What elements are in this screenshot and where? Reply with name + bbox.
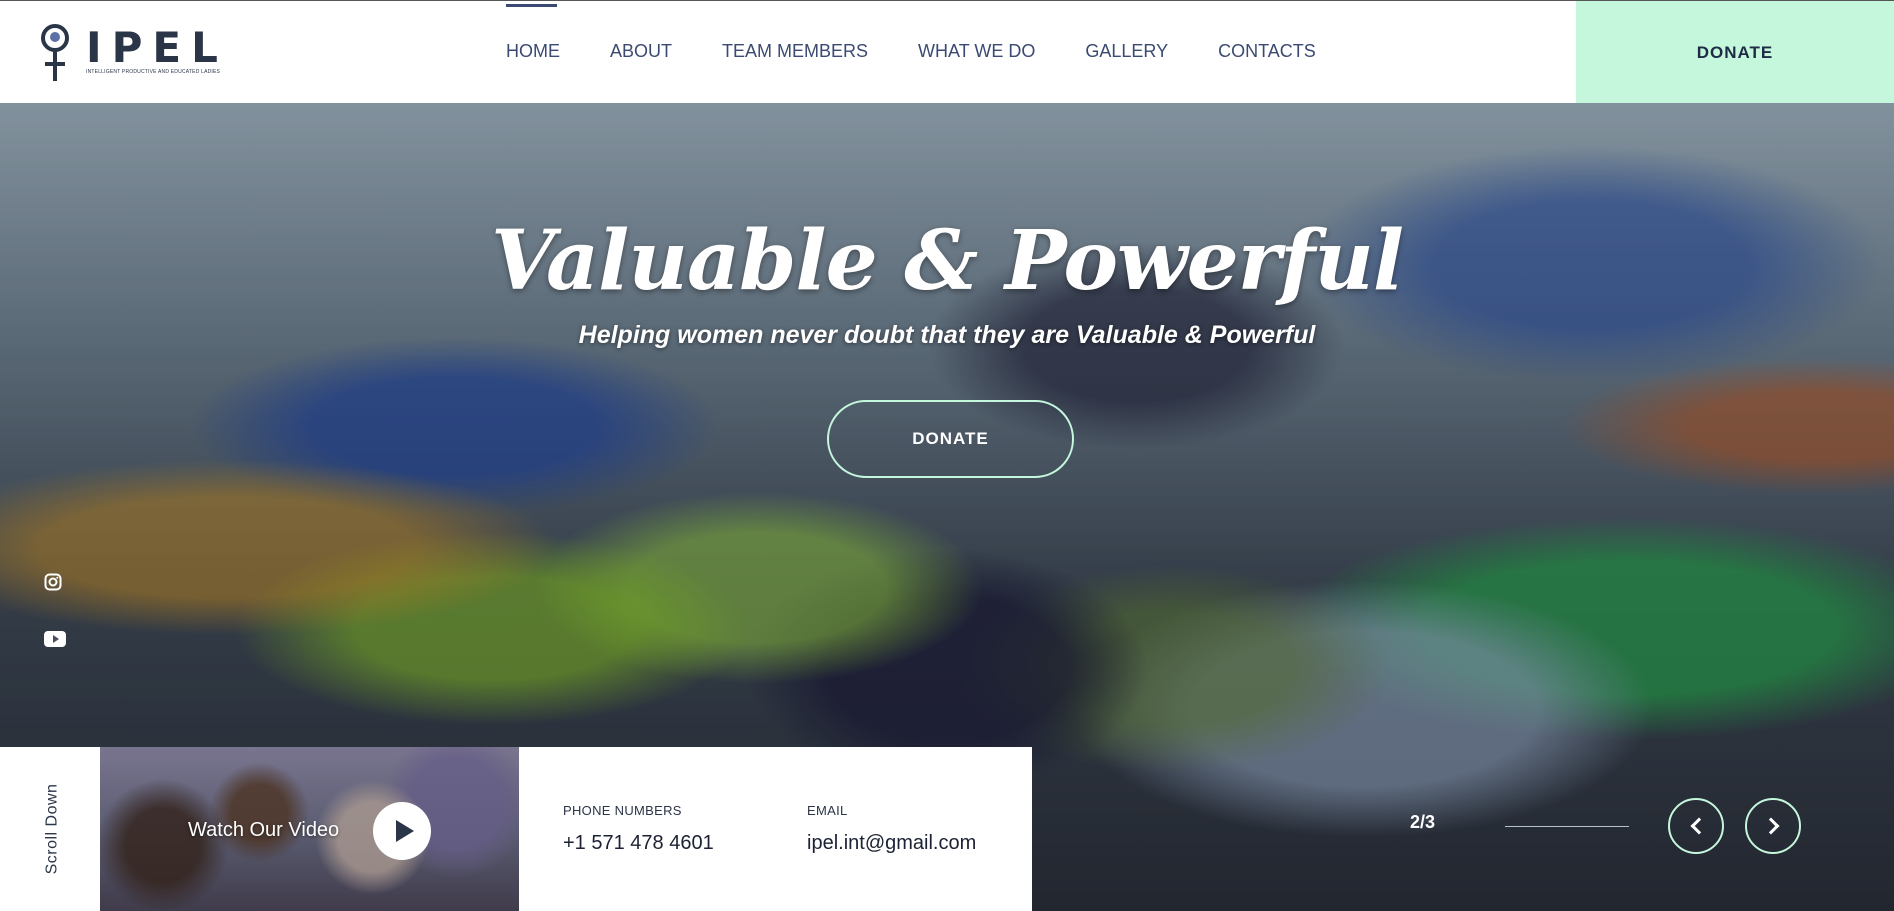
nav-gallery[interactable]: GALLERY bbox=[1060, 1, 1193, 101]
instagram-link[interactable] bbox=[44, 573, 62, 596]
site-logo[interactable]: IPEL INTELLIGENT PRODUCTIVE AND EDUCATED… bbox=[38, 23, 220, 81]
chevron-left-icon bbox=[1690, 817, 1707, 835]
scroll-down-label: Scroll Down bbox=[43, 783, 61, 875]
info-bar: Scroll Down Watch Our Video PHONE NUMBER… bbox=[0, 747, 1032, 911]
nav-about[interactable]: ABOUT bbox=[585, 1, 697, 101]
phone-block: PHONE NUMBERS +1 571 478 4601 bbox=[563, 803, 714, 855]
logo-tagline: INTELLIGENT PRODUCTIVE AND EDUCATED LADI… bbox=[86, 69, 221, 75]
email-label: EMAIL bbox=[807, 803, 848, 818]
female-symbol-icon bbox=[41, 24, 69, 81]
main-nav: HOME ABOUT TEAM MEMBERS WHAT WE DO GALLE… bbox=[506, 1, 1341, 104]
chevron-right-icon bbox=[1762, 817, 1779, 835]
phone-value[interactable]: +1 571 478 4601 bbox=[563, 832, 714, 855]
hero-subtitle: Helping women never doubt that they are … bbox=[578, 321, 1316, 349]
slide-counter: 2/3 bbox=[1410, 812, 1436, 832]
watch-video-label: Watch Our Video bbox=[188, 819, 340, 841]
instagram-icon bbox=[44, 573, 62, 591]
nav-home[interactable]: HOME bbox=[506, 1, 585, 101]
nav-what-we-do[interactable]: WHAT WE DO bbox=[893, 1, 1060, 101]
logo-wordmark: IPEL bbox=[86, 23, 228, 72]
prev-slide-button[interactable] bbox=[1668, 798, 1724, 854]
hero-donate-button[interactable]: DONATE bbox=[827, 400, 1074, 478]
nav-team-members[interactable]: TEAM MEMBERS bbox=[697, 1, 893, 101]
site-header: IPEL INTELLIGENT PRODUCTIVE AND EDUCATED… bbox=[0, 0, 1894, 104]
email-value[interactable]: ipel.int@gmail.com bbox=[807, 832, 976, 855]
email-block: EMAIL ipel.int@gmail.com bbox=[807, 803, 976, 855]
header-donate-button[interactable]: DONATE bbox=[1576, 1, 1894, 104]
slide-progress-line bbox=[1505, 826, 1629, 827]
next-slide-button[interactable] bbox=[1745, 798, 1801, 854]
hero-title: Valuable & Powerful bbox=[490, 213, 1404, 309]
youtube-icon bbox=[44, 631, 66, 647]
youtube-link[interactable] bbox=[44, 631, 66, 652]
scroll-down-link[interactable]: Scroll Down bbox=[32, 747, 72, 911]
play-icon[interactable] bbox=[373, 802, 431, 860]
phone-label: PHONE NUMBERS bbox=[563, 803, 682, 818]
nav-contacts[interactable]: CONTACTS bbox=[1193, 1, 1341, 101]
video-thumbnail[interactable]: Watch Our Video bbox=[100, 747, 519, 911]
